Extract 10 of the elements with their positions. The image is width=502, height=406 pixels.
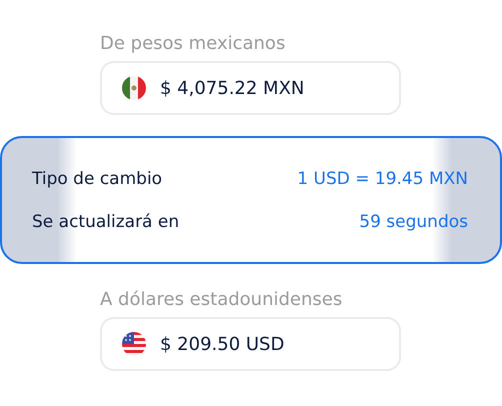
flag-icon bbox=[122, 332, 146, 356]
rate-value: 59 segundos bbox=[359, 211, 468, 234]
field-label: A dólares estadounidenses bbox=[100, 288, 344, 312]
rate-value: 1 USD = 19.45 MXN bbox=[297, 168, 468, 191]
amount-field[interactable]: $ 4,075.22 MXN bbox=[100, 61, 401, 115]
flag-icon bbox=[122, 76, 146, 100]
rate-label: Se actualizará en bbox=[32, 211, 180, 234]
rate-label: Tipo de cambio bbox=[32, 168, 162, 191]
amount-field[interactable]: $ 209.50 USD bbox=[100, 317, 401, 371]
field-label: De pesos mexicanos bbox=[100, 32, 286, 56]
